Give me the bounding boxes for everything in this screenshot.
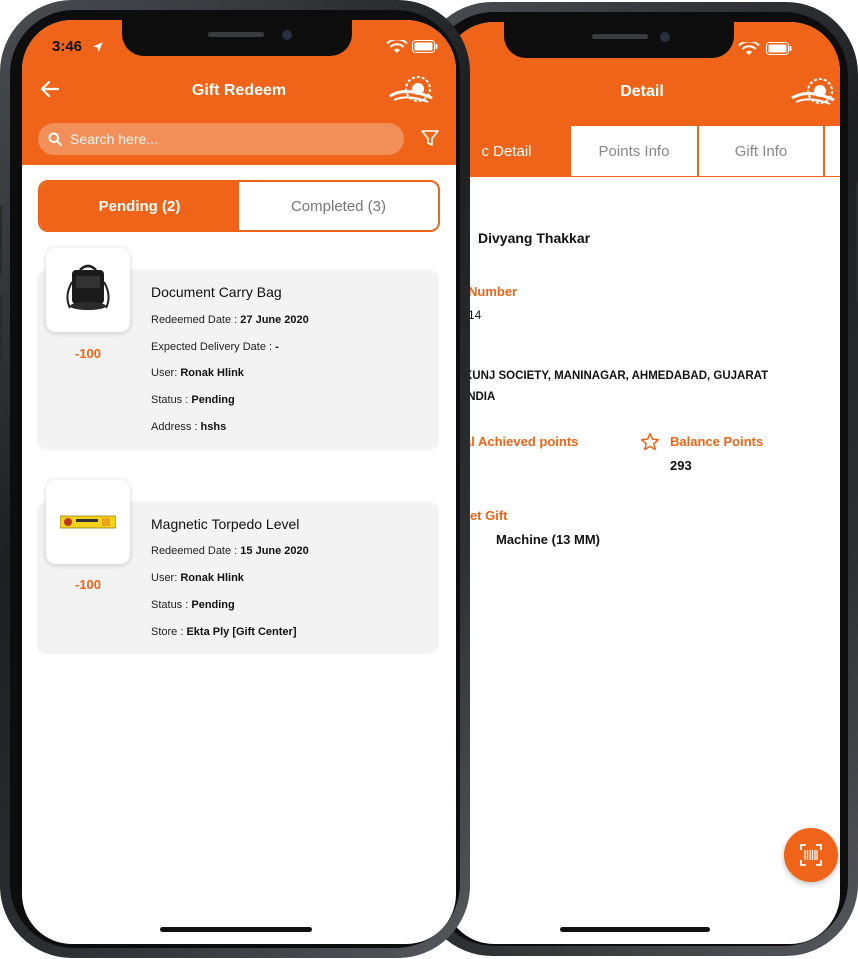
status-label: Status : [151, 599, 192, 611]
gift-redeem-screen: 3:46 Gift Redeem Search here... Pending … [22, 20, 456, 944]
camera [282, 30, 292, 40]
tab-pending[interactable]: Pending (2) [40, 182, 239, 230]
brand-logo-icon [389, 76, 433, 103]
store-label: Store : [151, 626, 187, 638]
barcode-scan-icon [800, 844, 822, 866]
redeemed-date-value: 27 June 2020 [240, 314, 309, 326]
expected-delivery-label: Expected Delivery Date : [151, 341, 276, 353]
user-label: User: [151, 572, 181, 584]
tab-events[interactable]: Ev [824, 125, 840, 177]
detail-app-bar: ◢ Detail [444, 22, 840, 125]
brand-logo-icon [791, 78, 835, 105]
home-indicator [560, 927, 710, 932]
gift-app-bar: 3:46 Gift Redeem [22, 20, 456, 165]
redeemed-date: Redeemed Date : 27 June 2020 [151, 314, 309, 326]
phone-gift-redeem: 3:46 Gift Redeem Search here... Pending … [0, 0, 470, 958]
status: Status : Pending [151, 599, 235, 611]
star-icon [640, 432, 660, 451]
status-time: 3:46 [52, 38, 83, 55]
redeemed-date-value: 15 June 2020 [240, 545, 309, 557]
balance-points-value: 293 [670, 458, 692, 473]
battery-icon [412, 40, 438, 53]
address-line-1: KUNJ SOCIETY, MANINAGAR, AHMEDABAD, GUJA… [464, 370, 769, 382]
bag-image-icon [66, 264, 110, 310]
volume-up-button [0, 205, 2, 275]
notch [504, 22, 734, 58]
speaker [592, 34, 648, 39]
target-gift-value: Machine (13 MM) [496, 532, 601, 547]
address-label: Address : [151, 421, 201, 433]
user-label: User: [151, 367, 181, 379]
status-segmented-control: Pending (2) Completed (3) [38, 180, 440, 232]
camera [660, 32, 670, 42]
filter-icon[interactable] [420, 128, 440, 148]
wifi-icon [386, 40, 408, 53]
points-value: -100 [74, 346, 102, 361]
user: User: Ronak Hlink [151, 367, 244, 379]
status-value: Pending [191, 599, 235, 611]
page-title: Detail [620, 83, 664, 100]
item-thumbnail [46, 480, 130, 564]
redeemed-date-label: Redeemed Date : [151, 314, 241, 326]
scan-fab-button[interactable] [784, 828, 838, 882]
address-value: hshs [200, 421, 227, 433]
notch [122, 20, 352, 56]
speaker [208, 32, 264, 37]
number-value: 14 [468, 308, 482, 322]
redeemed-date: Redeemed Date : 15 June 2020 [151, 545, 309, 557]
home-indicator [160, 927, 312, 932]
redeemed-date-label: Redeemed Date : [151, 545, 241, 557]
points-value: -100 [74, 577, 102, 592]
store: Store : Ekta Ply [Gift Center] [151, 626, 297, 638]
detail-tabs: c Detail Points Info Gift Info Ev [444, 125, 840, 177]
battery-icon [766, 42, 792, 55]
user-value: Ronak Hlink [180, 367, 244, 379]
balance-points-label: Balance Points [670, 434, 764, 449]
item-thumbnail [46, 248, 130, 332]
search-bar [38, 123, 404, 155]
expected-delivery: Expected Delivery Date : - [151, 341, 279, 353]
item-title: Magnetic Torpedo Level [151, 516, 300, 532]
address: Address : hshs [151, 421, 226, 433]
achieved-points-label: al Achieved points [464, 434, 579, 449]
user-value: Ronak Hlink [180, 572, 244, 584]
number-label: Number [468, 284, 518, 299]
search-icon [48, 132, 62, 146]
wifi-icon [738, 42, 760, 55]
location-arrow-icon [93, 42, 103, 52]
volume-down-button [0, 295, 2, 365]
status: Status : Pending [151, 394, 235, 406]
status-value: Pending [191, 394, 235, 406]
customer-name: Divyang Thakkar [478, 230, 591, 246]
status-label: Status : [151, 394, 192, 406]
user: User: Ronak Hlink [151, 572, 244, 584]
phone-detail: ◢ Detail c De [420, 2, 858, 956]
tab-completed[interactable]: Completed (3) [239, 182, 438, 230]
store-value: Ekta Ply [Gift Center] [186, 626, 297, 638]
tab-points-info[interactable]: Points Info [570, 125, 698, 177]
expected-delivery-value: - [275, 341, 279, 353]
detail-screen: ◢ Detail c De [444, 22, 840, 944]
level-image-icon [60, 515, 116, 529]
search-input[interactable] [70, 123, 390, 155]
tab-gift-info[interactable]: Gift Info [698, 125, 824, 177]
item-title: Document Carry Bag [151, 284, 282, 300]
